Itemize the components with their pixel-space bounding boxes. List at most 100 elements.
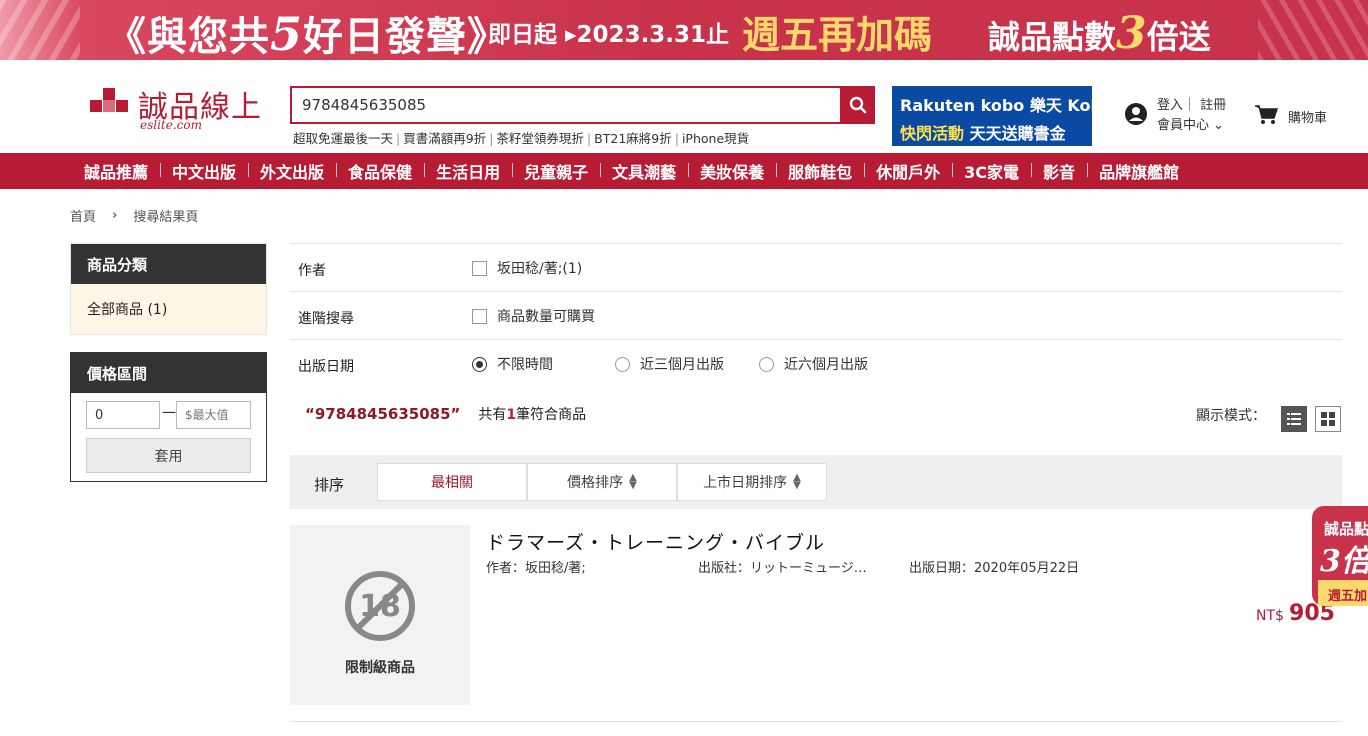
kobo-ad-title: Rakuten kobo 樂天 Kobo [900, 96, 1113, 115]
filter-panel: 作者 坂田稔/著;(1) 進階搜尋 商品數量可購買 出版日期 不限時間 近三個月… [290, 243, 1342, 387]
checkbox[interactable] [472, 260, 487, 276]
sort-price-tab[interactable]: 價格排序 ▲ ▼ [527, 463, 677, 501]
kobo-ad-banner[interactable]: Rakuten kobo 樂天 Kobo 快閃活動 天天送購書金 [892, 86, 1113, 146]
nav-item[interactable]: 品牌旗艦館 [1087, 159, 1191, 183]
category-panel-title: 商品分類 [71, 244, 266, 284]
sort-arrows-icon: ▲ ▼ [793, 472, 801, 491]
in-stock-filter-option[interactable]: 商品數量可購買 [472, 306, 595, 326]
nav-item[interactable]: 服飾鞋包 [776, 159, 864, 183]
radio-selected[interactable] [472, 356, 487, 372]
cart-icon [1255, 105, 1278, 124]
product-title[interactable]: ドラマーズ・トレーニング・バイブル [486, 528, 825, 555]
kobo-ad-subtitle: 快閃活動 天天送購書金 [900, 124, 1066, 143]
banner-date: 即日起 ▸2023.3.31止 [488, 22, 730, 48]
price-apply-button[interactable]: 套用 [86, 438, 251, 473]
nav-item[interactable]: 外文出版 [248, 159, 336, 183]
sort-relevance-tab[interactable]: 最相關 [377, 463, 527, 501]
nav-item[interactable]: 生活日用 [424, 159, 512, 183]
hotlink[interactable]: BT21麻將9折 [594, 131, 672, 146]
nav-item[interactable]: 美妝保養 [688, 159, 776, 183]
badge-line3: 週五加 [1318, 580, 1368, 606]
grid-view-icon [1321, 412, 1335, 426]
price-range-dash: 一 [162, 406, 176, 422]
price-max-input[interactable] [176, 401, 251, 429]
points-promo-badge[interactable]: 誠品點 3倍 週五加 [1312, 506, 1368, 606]
breadcrumb-home[interactable]: 首頁 [70, 206, 96, 225]
nav-item[interactable]: 食品保健 [336, 159, 424, 183]
member-area[interactable]: 登入｜ 註冊 會員中心 ⌄ [1124, 94, 1234, 136]
price-min-input[interactable] [86, 401, 160, 429]
filter-row-author: 作者 坂田稔/著;(1) [290, 243, 1342, 291]
category-panel: 商品分類 全部商品 (1) [70, 243, 267, 335]
sort-arrows-icon: ▲ ▼ [629, 472, 637, 491]
filter-row-pubdate: 出版日期 不限時間 近三個月出版 近六個月出版 [290, 339, 1342, 387]
checkbox[interactable] [472, 308, 487, 324]
search-icon [849, 96, 866, 114]
nav-item[interactable]: 影音 [1031, 159, 1087, 183]
nav-item[interactable]: 文具潮藝 [600, 159, 688, 183]
restricted-label: 限制級商品 [345, 660, 415, 676]
radio[interactable] [759, 356, 774, 372]
search-input[interactable] [292, 88, 842, 122]
nav-item[interactable]: 中文出版 [160, 159, 248, 183]
search-button[interactable] [840, 86, 875, 124]
login-register-link[interactable]: 登入｜ 註冊 [1157, 94, 1226, 113]
hotlink[interactable]: 超取免運最後一天 [293, 131, 393, 146]
result-count: 1 [506, 407, 517, 423]
list-view-button[interactable] [1281, 406, 1307, 432]
sort-bar: 排序 最相關 價格排序 ▲ ▼ 上市日期排序 ▲ ▼ [290, 455, 1342, 509]
pubdate-option-any[interactable]: 不限時間 [472, 354, 553, 374]
product-card: 18 限制級商品 ドラマーズ・トレーニング・バイブル 作者：坂田稔/著; 出版社… [290, 525, 1342, 722]
category-all-item[interactable]: 全部商品 (1) [71, 284, 266, 334]
member-center-menu[interactable]: 會員中心 ⌄ [1157, 114, 1224, 133]
hotlink[interactable]: iPhone現貨 [682, 131, 749, 146]
author-filter-option[interactable]: 坂田稔/著;(1) [472, 258, 582, 278]
sort-date-tab[interactable]: 上市日期排序 ▲ ▼ [677, 463, 827, 501]
hotlink[interactable]: 茶籽堂領券現折 [496, 131, 584, 146]
nav-item[interactable]: 3C家電 [952, 159, 1031, 183]
price-panel-title: 價格區間 [71, 353, 266, 393]
breadcrumb-current: 搜尋結果頁 [133, 210, 199, 225]
product-thumbnail[interactable]: 18 限制級商品 [290, 525, 470, 705]
display-mode-label: 顯示模式： [1196, 408, 1266, 424]
search-keyword: “9784845635085” [305, 405, 461, 423]
filter-label: 作者 [298, 263, 326, 279]
product-publisher[interactable]: 出版社：リットーミュージ… [698, 557, 867, 576]
filter-label: 進階搜尋 [298, 311, 354, 327]
user-icon [1125, 103, 1147, 125]
product-author[interactable]: 作者：坂田稔/著; [486, 557, 586, 576]
nav-item[interactable]: 誠品推薦 [72, 159, 160, 183]
category-nav: 誠品推薦 中文出版 外文出版 食品保健 生活日用 兒童親子 文具潮藝 美妝保養 … [0, 153, 1368, 189]
radio[interactable] [615, 356, 630, 372]
hotlink[interactable]: 買書滿額再9折 [403, 131, 486, 146]
breadcrumb: 首頁 › 搜尋結果頁 [70, 206, 198, 225]
banner-headline: 《與您共5好日發聲》 [106, 7, 509, 60]
pubdate-option-6m[interactable]: 近六個月出版 [759, 354, 868, 374]
product-pub-date: 出版日期：2020年05月22日 [909, 561, 1080, 576]
list-view-icon [1287, 413, 1301, 425]
cart-label: 購物車 [1288, 111, 1328, 126]
nav-item[interactable]: 兒童親子 [512, 159, 600, 183]
chevron-right-icon: › [112, 208, 118, 223]
grid-view-button[interactable] [1315, 406, 1341, 432]
sort-label: 排序 [314, 476, 345, 494]
nav-item[interactable]: 休閒戶外 [864, 159, 952, 183]
badge-line2: 3倍 [1320, 544, 1368, 579]
logo-domain: eslite.com [140, 118, 202, 132]
search-box [290, 86, 842, 124]
banner-decoration-right [1258, 0, 1368, 60]
promo-banner[interactable]: 《與您共5好日發聲》 即日起 ▸2023.3.31止 週五再加碼 誠品點數3倍送 [0, 0, 1368, 60]
banner-decoration [0, 0, 80, 60]
banner-friday-bonus: 週五再加碼 [742, 12, 933, 57]
site-logo[interactable]: 誠品線上 eslite.com [90, 86, 270, 136]
banner-points: 誠品點數3倍送 [988, 8, 1211, 59]
filter-label: 出版日期 [298, 359, 354, 375]
result-summary: “9784845635085” 共有1筆符合商品 [305, 405, 587, 423]
cart-link[interactable]: 購物車 [1254, 104, 1344, 128]
filter-row-advanced: 進階搜尋 商品數量可購買 [290, 291, 1342, 339]
pubdate-option-3m[interactable]: 近三個月出版 [615, 354, 724, 374]
age-restricted-18-icon: 18 [345, 571, 415, 641]
price-currency: NT$ [1256, 608, 1284, 624]
price-panel: 價格區間 一 套用 [70, 352, 267, 482]
logo-mark-icon [90, 88, 130, 114]
